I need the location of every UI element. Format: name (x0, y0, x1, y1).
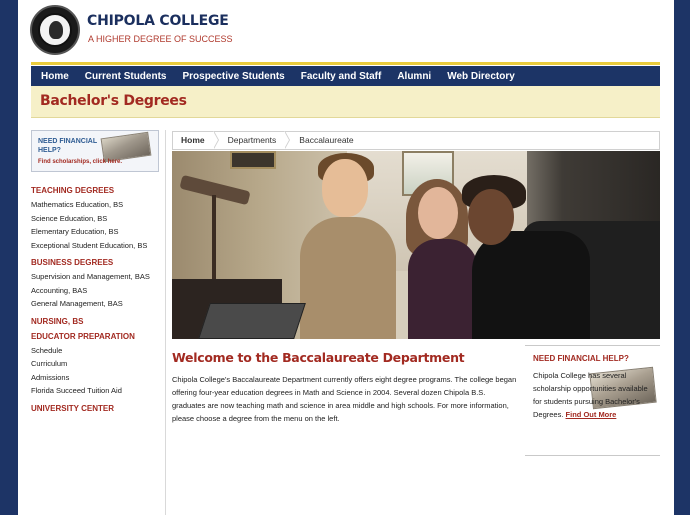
sidebar-link-exceptional-student-education[interactable]: Exceptional Student Education, BS (31, 239, 166, 253)
financial-help-box: NEED FINANCIAL HELP? Chipola College has… (525, 345, 660, 456)
college-name[interactable]: CHIPOLA COLLEGE (87, 13, 229, 29)
sidebar-heading-educator-preparation[interactable]: EDUCATOR PREPARATION (31, 332, 166, 341)
page-title-bar: Bachelor's Degrees (31, 86, 660, 118)
college-seal-icon[interactable] (30, 5, 80, 55)
nav-alumni[interactable]: Alumni (397, 71, 431, 82)
sidebar-heading-teaching-degrees[interactable]: TEACHING DEGREES (31, 186, 166, 195)
nav-prospective-students[interactable]: Prospective Students (182, 71, 284, 82)
sidebar-link-mathematics-education[interactable]: Mathematics Education, BS (31, 198, 166, 212)
header: CHIPOLA COLLEGE A HIGHER DEGREE OF SUCCE… (18, 0, 674, 64)
gold-divider (31, 62, 660, 65)
financial-help-banner[interactable]: NEED FINANCIAL HELP? Find scholarships, … (31, 130, 159, 172)
breadcrumb-departments[interactable]: Departments (220, 131, 286, 150)
breadcrumb-home[interactable]: Home (173, 131, 214, 150)
nav-home[interactable]: Home (41, 71, 69, 82)
sidebar-link-curriculum[interactable]: Curriculum (31, 357, 166, 371)
financial-help-text: Chipola College has several scholarship … (533, 369, 653, 421)
breadcrumb: Home Departments Baccalaureate (172, 131, 660, 150)
tagline: A HIGHER DEGREE OF SUCCESS (88, 34, 233, 44)
sidebar-link-florida-succeed-tuition-aid[interactable]: Florida Succeed Tuition Aid (31, 384, 166, 398)
main-nav: Home Current Students Prospective Studen… (31, 66, 660, 86)
sidebar-menu: TEACHING DEGREES Mathematics Education, … (31, 180, 166, 416)
hero-photo-students-laptop (172, 151, 660, 339)
sidebar-link-science-education[interactable]: Science Education, BS (31, 212, 166, 226)
main-body-text: Chipola College's Baccalaureate Departme… (172, 375, 517, 423)
page-title: Bachelor's Degrees (40, 93, 187, 109)
sidebar-heading-business-degrees[interactable]: BUSINESS DEGREES (31, 258, 166, 267)
sidebar-link-elementary-education[interactable]: Elementary Education, BS (31, 225, 166, 239)
sidebar-link-general-management[interactable]: General Management, BAS (31, 297, 166, 311)
find-out-more-link[interactable]: Find Out More (566, 410, 617, 419)
nav-web-directory[interactable]: Web Directory (447, 71, 515, 82)
sidebar: NEED FINANCIAL HELP? Find scholarships, … (31, 130, 166, 515)
page: CHIPOLA COLLEGE A HIGHER DEGREE OF SUCCE… (18, 0, 674, 515)
nav-faculty-and-staff[interactable]: Faculty and Staff (301, 71, 382, 82)
sidebar-link-supervision-and-management[interactable]: Supervision and Management, BAS (31, 270, 166, 284)
financial-help-title: NEED FINANCIAL HELP? (533, 354, 629, 363)
sidebar-link-admissions[interactable]: Admissions (31, 371, 166, 385)
sidebar-link-schedule[interactable]: Schedule (31, 344, 166, 358)
money-image (100, 131, 152, 163)
nav-current-students[interactable]: Current Students (85, 71, 167, 82)
aid-banner-title: NEED FINANCIAL HELP? (38, 138, 97, 154)
sidebar-heading-university-center[interactable]: UNIVERSITY CENTER (31, 404, 166, 413)
main-heading: Welcome to the Baccalaureate Department (172, 350, 465, 365)
breadcrumb-baccalaureate: Baccalaureate (299, 135, 354, 145)
sidebar-link-accounting[interactable]: Accounting, BAS (31, 284, 166, 298)
aid-banner-link[interactable]: Find scholarships, click here. (38, 159, 122, 165)
sidebar-heading-nursing[interactable]: NURSING, BS (31, 317, 166, 326)
